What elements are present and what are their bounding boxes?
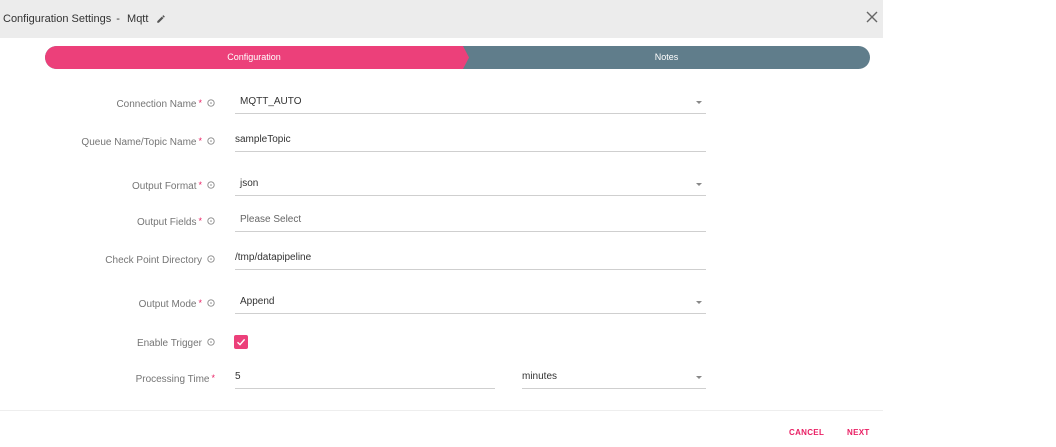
enable-trigger-label: Enable Trigger	[137, 329, 215, 359]
output-mode-label: Output Mode *	[139, 290, 215, 320]
enable-trigger-row: Enable Trigger	[0, 329, 883, 359]
dropdown-caret-icon	[696, 376, 702, 379]
connector-name: Mqtt	[127, 13, 149, 25]
info-icon[interactable]	[207, 217, 215, 226]
queue-name-row: Queue Name/Topic Name * sampleTopic	[0, 128, 883, 158]
connection-name-select[interactable]: MQTT_AUTO	[235, 90, 706, 114]
output-fields-placeholder: Please Select	[240, 214, 302, 225]
queue-name-value: sampleTopic	[235, 134, 291, 145]
output-format-select[interactable]: json	[235, 172, 706, 196]
output-format-row: Output Format * json	[0, 172, 883, 202]
output-mode-value: Append	[240, 296, 275, 307]
required-marker: *	[198, 98, 202, 108]
processing-time-unit-select[interactable]: minutes	[522, 365, 706, 389]
dropdown-caret-icon	[696, 183, 702, 186]
info-icon[interactable]	[207, 299, 215, 308]
next-button[interactable]: NEXT	[847, 424, 870, 442]
info-icon[interactable]	[207, 181, 215, 190]
checkpoint-dir-value: /tmp/datapipeline	[235, 252, 312, 263]
title-text: Configuration Settings	[3, 13, 112, 25]
connection-name-row: Connection Name * MQTT_AUTO	[0, 90, 883, 120]
info-icon[interactable]	[207, 338, 215, 347]
output-format-value: json	[240, 178, 259, 189]
output-fields-row: Output Fields * Please Select	[0, 208, 883, 238]
output-fields-select[interactable]: Please Select	[235, 208, 706, 232]
connection-name-value: MQTT_AUTO	[240, 96, 302, 107]
output-format-label: Output Format *	[132, 172, 215, 202]
queue-name-input[interactable]: sampleTopic	[235, 128, 706, 152]
dialog-title: Configuration Settings - Mqtt	[3, 13, 148, 25]
step-configuration[interactable]: Configuration	[45, 46, 463, 69]
processing-time-value: 5	[235, 371, 241, 382]
processing-time-unit: minutes	[522, 371, 558, 382]
output-mode-row: Output Mode * Append	[0, 290, 883, 320]
processing-time-label: Processing Time *	[135, 373, 215, 385]
checkpoint-dir-row: Check Point Directory /tmp/datapipeline	[0, 246, 883, 276]
dropdown-caret-icon	[696, 101, 702, 104]
footer-divider	[0, 410, 883, 411]
checkpoint-dir-input[interactable]: /tmp/datapipeline	[235, 246, 706, 270]
required-marker: *	[198, 136, 202, 146]
info-icon[interactable]	[207, 99, 215, 108]
required-marker: *	[211, 373, 215, 383]
output-fields-label: Output Fields *	[137, 208, 215, 238]
queue-name-label: Queue Name/Topic Name *	[81, 128, 215, 158]
info-icon[interactable]	[207, 255, 215, 264]
connection-name-label: Connection Name *	[116, 90, 215, 120]
enable-trigger-checkbox[interactable]	[234, 335, 248, 349]
step-notes[interactable]: Notes	[463, 46, 870, 69]
cancel-button[interactable]: CANCEL	[789, 424, 824, 442]
title-separator: -	[116, 13, 120, 25]
required-marker: *	[198, 180, 202, 190]
processing-time-input[interactable]: 5	[235, 365, 495, 389]
close-icon[interactable]	[865, 10, 879, 24]
output-mode-select[interactable]: Append	[235, 290, 706, 314]
processing-time-row: Processing Time * 5 minutes	[0, 365, 883, 395]
dialog-header: Configuration Settings - Mqtt	[0, 0, 883, 38]
dropdown-caret-icon	[696, 301, 702, 304]
required-marker: *	[198, 298, 202, 308]
required-marker: *	[198, 216, 202, 226]
info-icon[interactable]	[207, 137, 215, 146]
configuration-dialog: Configuration Settings - Mqtt Configurat…	[0, 0, 883, 447]
checkmark-icon	[237, 338, 246, 346]
edit-pencil-icon[interactable]	[156, 14, 166, 24]
checkpoint-dir-label: Check Point Directory	[105, 246, 215, 276]
stepper: Configuration Notes	[45, 46, 870, 69]
